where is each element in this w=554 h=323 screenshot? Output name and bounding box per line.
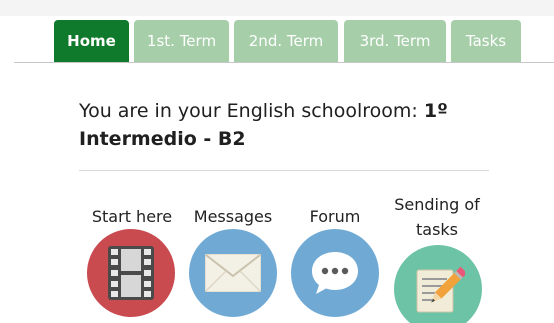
shortcut-label: Forum: [309, 207, 361, 226]
shortcut-start-here[interactable]: Start here: [82, 204, 182, 322]
tab-bar: Home 1st. Term 2nd. Term 3rd. Term Tasks: [0, 18, 554, 63]
shortcut-label: Messages: [193, 207, 273, 226]
top-strip: [0, 0, 554, 16]
shortcut-messages[interactable]: Messages: [183, 204, 283, 322]
tab-underline: [14, 62, 554, 63]
film-strip-icon: [87, 229, 175, 317]
tab-3rd-term[interactable]: 3rd. Term: [344, 20, 446, 62]
shortcut-sending-of-tasks[interactable]: Sending of tasks: [387, 192, 487, 323]
shortcut-label: Start here: [91, 207, 173, 226]
shortcut-label-line2: tasks: [415, 220, 458, 239]
tab-home[interactable]: Home: [54, 20, 129, 62]
page-title: You are in your English schoolroom: 1º I…: [79, 97, 519, 153]
speech-bubble-icon: [291, 229, 379, 317]
envelope-icon: [189, 229, 277, 317]
pencil-notepad-icon: [394, 245, 482, 323]
shortcut-label-line1: Sending of: [394, 195, 480, 214]
tab-2nd-term[interactable]: 2nd. Term: [234, 20, 338, 62]
tab-1st-term[interactable]: 1st. Term: [134, 20, 229, 62]
page-title-prefix: You are in your English schoolroom:: [79, 100, 424, 122]
shortcut-forum[interactable]: Forum: [287, 204, 383, 322]
divider: [79, 170, 489, 171]
tab-tasks[interactable]: Tasks: [451, 20, 521, 62]
